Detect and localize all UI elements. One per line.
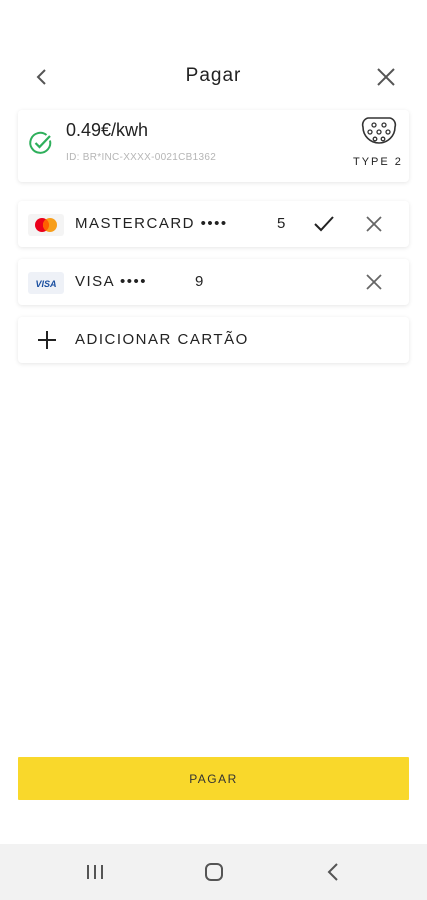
home-button[interactable] xyxy=(199,858,229,886)
system-back-button[interactable] xyxy=(318,858,348,886)
payment-method-visa[interactable]: VISA VISA •••• 9 xyxy=(18,259,409,305)
payment-method-mastercard[interactable]: MASTERCARD •••• 5 xyxy=(18,201,409,247)
remove-card-button[interactable] xyxy=(362,270,386,294)
card-last-digit: 5 xyxy=(277,215,286,232)
recent-apps-button[interactable] xyxy=(80,858,110,886)
add-card-label: ADICIONAR CARTÃO xyxy=(75,331,249,348)
plus-icon xyxy=(38,331,56,349)
card-label: VISA •••• xyxy=(75,273,148,290)
charger-info-card: 0.49€/kwh ID: BR*INC-XXXX-0021CB1362 TYP… xyxy=(18,110,409,182)
app-header: Pagar xyxy=(0,55,427,99)
type2-connector-icon xyxy=(361,117,397,144)
mastercard-logo-icon xyxy=(28,214,64,236)
close-button[interactable] xyxy=(372,63,400,91)
charger-id: ID: BR*INC-XXXX-0021CB1362 xyxy=(66,152,217,163)
card-label: MASTERCARD •••• xyxy=(75,215,228,232)
price-per-kwh: 0.49€/kwh xyxy=(66,120,149,140)
system-navigation-bar xyxy=(0,844,427,900)
home-icon xyxy=(205,863,223,881)
checkmark-icon xyxy=(314,216,334,232)
pay-button[interactable]: PAGAR xyxy=(18,757,409,800)
add-card-button[interactable]: ADICIONAR CARTÃO xyxy=(18,317,409,363)
visa-logo-icon: VISA xyxy=(28,272,64,294)
card-last-digit: 9 xyxy=(195,273,204,290)
remove-card-button[interactable] xyxy=(362,212,386,236)
back-icon xyxy=(327,863,338,881)
connector-type-label: TYPE 2 xyxy=(353,156,403,168)
recent-apps-icon xyxy=(87,865,103,879)
close-icon xyxy=(377,68,395,86)
page-title: Pagar xyxy=(185,65,242,86)
check-circle-icon xyxy=(29,131,52,154)
svg-text:VISA: VISA xyxy=(35,279,56,289)
